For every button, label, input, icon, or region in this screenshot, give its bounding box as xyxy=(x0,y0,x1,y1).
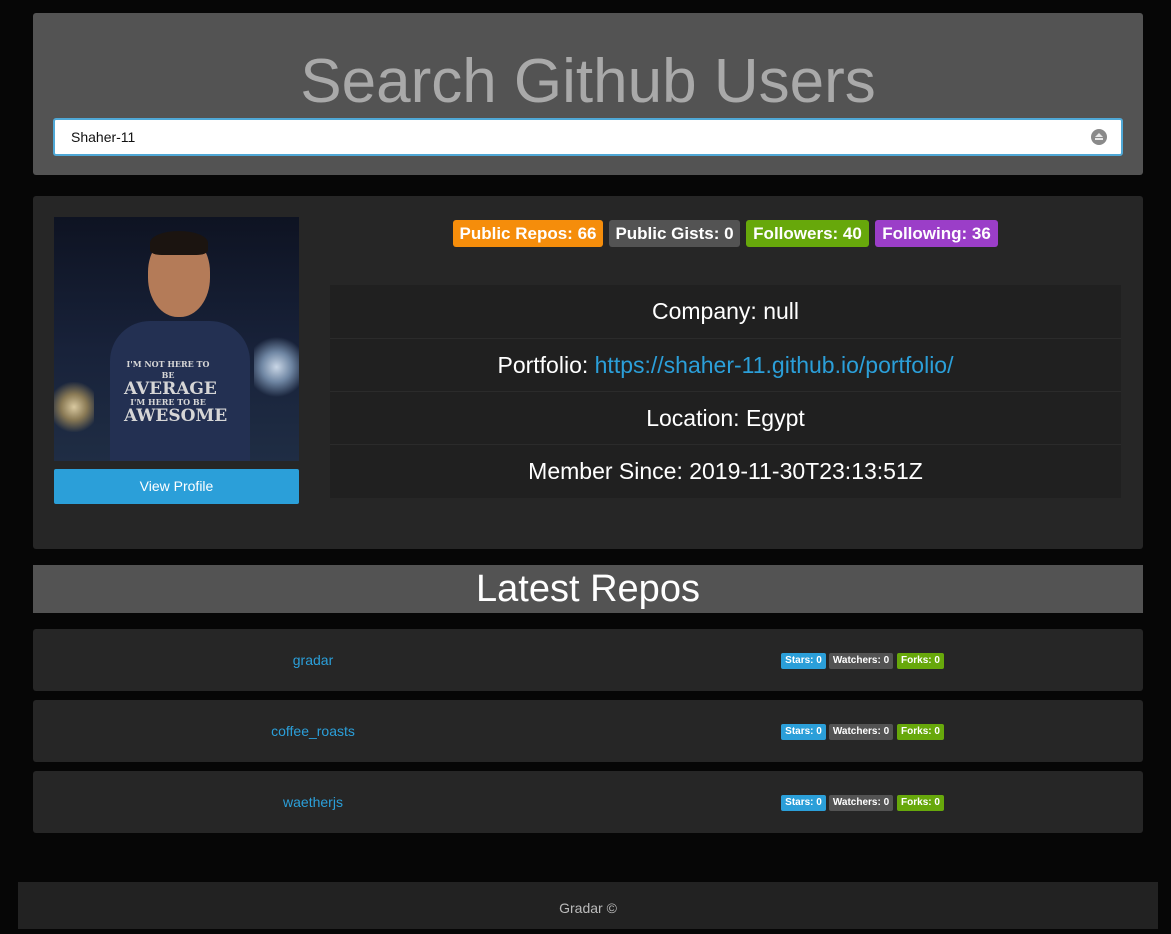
view-profile-button[interactable]: View Profile xyxy=(54,469,299,504)
public-gists-badge: Public Gists: 0 xyxy=(609,220,740,247)
member-since-row: Member Since: 2019-11-30T23:13:51Z xyxy=(330,444,1121,498)
portfolio-label: Portfolio: xyxy=(497,352,595,378)
watchers-badge: Watchers: 0 xyxy=(829,795,893,811)
repo-link[interactable]: gradar xyxy=(193,629,433,691)
forks-badge: Forks: 0 xyxy=(897,724,944,740)
portfolio-link[interactable]: https://shaher-11.github.io/portfolio/ xyxy=(595,352,954,378)
location-row: Location: Egypt xyxy=(330,391,1121,445)
search-card: Search Github Users xyxy=(33,13,1143,175)
company-row: Company: null xyxy=(651,298,800,324)
followers-badge: Followers: 40 xyxy=(746,220,869,247)
stars-badge: Stars: 0 xyxy=(781,653,826,669)
public-repos-badge: Public Repos: 66 xyxy=(453,220,603,247)
avatar: I'M NOT HERE TO BE AVERAGE I'M HERE TO B… xyxy=(54,217,299,461)
repo-row: waetherjs Stars: 0 Watchers: 0 Forks: 0 xyxy=(33,771,1143,833)
latest-repos-heading: Latest Repos xyxy=(33,565,1143,613)
page-title: Search Github Users xyxy=(300,47,876,116)
search-field[interactable] xyxy=(53,118,1123,156)
repo-row: gradar Stars: 0 Watchers: 0 Forks: 0 xyxy=(33,629,1143,691)
watchers-badge: Watchers: 0 xyxy=(829,724,893,740)
repo-link[interactable]: waetherjs xyxy=(193,771,433,833)
profile-stats: Public Repos: 66 Public Gists: 0 Followe… xyxy=(453,220,1013,248)
repo-link[interactable]: coffee_roasts xyxy=(193,700,433,762)
clear-icon[interactable] xyxy=(1091,129,1107,145)
repo-row: coffee_roasts Stars: 0 Watchers: 0 Forks… xyxy=(33,700,1143,762)
following-badge: Following: 36 xyxy=(875,220,998,247)
forks-badge: Forks: 0 xyxy=(897,795,944,811)
watchers-badge: Watchers: 0 xyxy=(829,653,893,669)
profile-info-table: Company: null Portfolio: https://shaher-… xyxy=(330,285,1121,498)
search-input[interactable] xyxy=(71,120,1061,154)
stars-badge: Stars: 0 xyxy=(781,724,826,740)
stars-badge: Stars: 0 xyxy=(781,795,826,811)
footer: Gradar © xyxy=(18,882,1158,929)
profile-card: I'M NOT HERE TO BE AVERAGE I'M HERE TO B… xyxy=(33,196,1143,549)
forks-badge: Forks: 0 xyxy=(897,653,944,669)
avatar-shirt-print: I'M NOT HERE TO BE AVERAGE I'M HERE TO B… xyxy=(124,359,228,426)
portfolio-row: Portfolio: https://shaher-11.github.io/p… xyxy=(330,338,1121,392)
